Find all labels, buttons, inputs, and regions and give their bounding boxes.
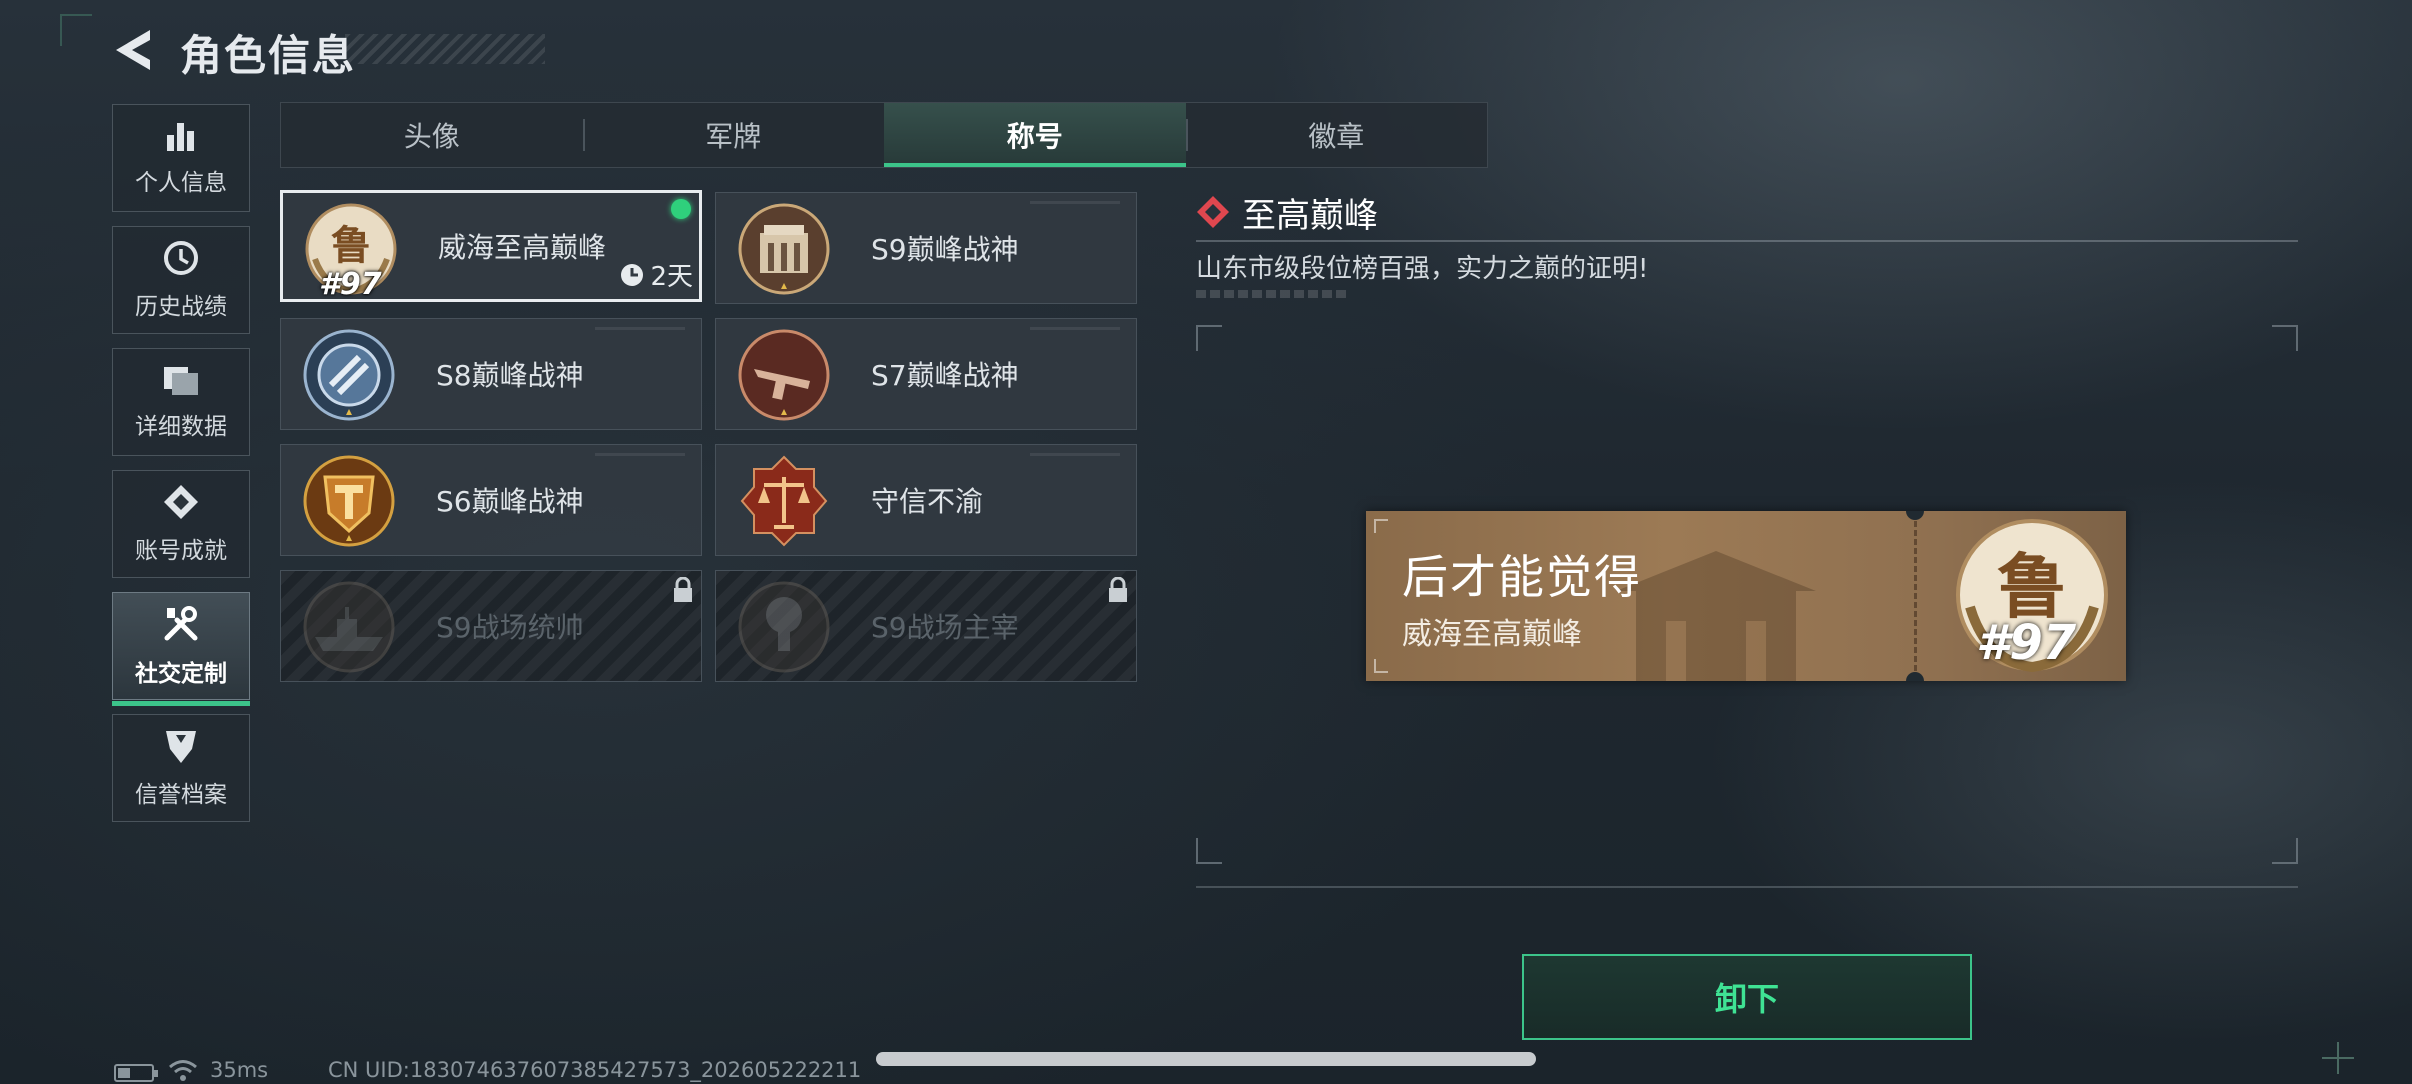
divider: [1196, 240, 2298, 242]
title-name: S9战场统帅: [436, 611, 584, 644]
sidebar-item-personal-info[interactable]: 个人信息: [112, 104, 250, 212]
sidebar-item-label: 个人信息: [135, 170, 227, 196]
page-title: 角色信息: [180, 31, 357, 80]
card-decoration: [1030, 453, 1120, 456]
plate-rank: #97: [1976, 615, 2077, 671]
warship-emblem-icon: [303, 581, 395, 673]
svg-text:鲁: 鲁: [331, 222, 371, 269]
title-name: S8巅峰战神: [436, 359, 584, 392]
frame-corner: [2272, 838, 2298, 864]
title-name: S9巅峰战神: [871, 233, 1019, 266]
plate-corner: [1374, 519, 1388, 533]
title-name: S9战场主宰: [871, 611, 1019, 644]
sidebar-item-credit[interactable]: 信誉档案: [112, 714, 250, 822]
tab-avatar[interactable]: 头像: [281, 103, 583, 167]
plate-sub-text: 威海至高巅峰: [1402, 617, 1582, 652]
sidebar-item-label: 社交定制: [135, 661, 227, 687]
crosshair-icon: [2322, 1042, 2354, 1074]
divider: [1196, 886, 2298, 888]
card-decoration: [1030, 327, 1120, 330]
back-arrow-icon: [116, 30, 150, 70]
sidebar-item-social-custom[interactable]: 社交定制: [112, 592, 250, 706]
credit-shield-icon: [166, 731, 196, 763]
lock-icon: [674, 577, 692, 602]
title-name: 守信不渝: [871, 485, 984, 518]
plate-corner: [1374, 659, 1388, 673]
description-decoration: [1196, 290, 1346, 298]
title-card-weihai[interactable]: 鲁 #97 威海至高巅峰 2天: [280, 190, 702, 302]
title-card-s9-commander[interactable]: S9战场统帅: [280, 570, 702, 682]
title-name: S7巅峰战神: [871, 359, 1019, 392]
card-decoration: [595, 327, 685, 330]
bar-chart-icon: [167, 123, 194, 151]
sidebar-item-label: 信誉档案: [135, 782, 227, 808]
sidebar-item-label: 历史战绩: [135, 294, 227, 320]
title-name: 威海至高巅峰: [438, 231, 607, 264]
timer-text: 2天: [650, 262, 693, 292]
title-card-s7-peak[interactable]: S7巅峰战神: [715, 318, 1137, 430]
lock-icon: [1109, 577, 1127, 602]
plate-notch: [1906, 511, 1924, 520]
tools-icon: [164, 606, 198, 641]
history-clock-icon: [164, 241, 198, 275]
title-card-keep-faith[interactable]: 守信不渝: [715, 444, 1137, 556]
plate-notch: [1906, 672, 1924, 681]
sidebar-item-history[interactable]: 历史战绩: [112, 226, 250, 334]
s9-gate-emblem-icon: [738, 203, 830, 295]
equipped-indicator: [671, 199, 691, 219]
title-card-s9-peak[interactable]: S9巅峰战神: [715, 192, 1137, 304]
card-decoration: [1030, 201, 1120, 204]
title-diamond-icon: [1197, 196, 1229, 228]
wifi-icon: [169, 1060, 197, 1081]
battery-icon: [114, 1064, 158, 1082]
title-decoration: [345, 34, 545, 64]
sidebar-item-detail-data[interactable]: 详细数据: [112, 348, 250, 456]
corner-decoration: [60, 14, 92, 46]
plate-main-text: 后才能觉得: [1402, 550, 1642, 604]
s6-shield-emblem-icon: [303, 455, 395, 547]
title-timer: 2天: [620, 256, 693, 293]
tab-title[interactable]: 称号: [884, 103, 1186, 167]
explosion-emblem-icon: [738, 581, 830, 673]
tab-dogtag[interactable]: 军牌: [582, 103, 885, 167]
title-card-s9-dominator[interactable]: S9战场主宰: [715, 570, 1137, 682]
tab-bar: 头像 军牌 称号 徽章: [280, 102, 1488, 168]
title-plate-preview: 后才能觉得 威海至高巅峰 鲁 #97: [1366, 511, 2126, 681]
title-card-s8-peak[interactable]: S8巅峰战神: [280, 318, 702, 430]
ping-text: 35ms: [210, 1058, 269, 1082]
unequip-button[interactable]: 卸下: [1522, 954, 1972, 1040]
uid-text: CN UID:183074637607385427573_20260522221…: [328, 1058, 862, 1082]
s8-blue-emblem-icon: [303, 329, 395, 421]
card-decoration: [595, 453, 685, 456]
frame-corner: [1196, 325, 1222, 351]
achievement-icon: [164, 485, 198, 519]
clock-icon: [621, 263, 644, 286]
tab-badge[interactable]: 徽章: [1185, 103, 1488, 167]
title-rank: #97: [319, 267, 382, 302]
detail-title: 至高巅峰: [1242, 196, 1378, 236]
detail-description: 山东市级段位榜百强，实力之巅的证明!: [1196, 254, 1649, 284]
sidebar-item-achievement[interactable]: 账号成就: [112, 470, 250, 578]
plate-separator: [1914, 521, 1917, 671]
title-name: S6巅峰战神: [436, 485, 584, 518]
sidebar-item-label: 账号成就: [135, 538, 227, 564]
back-button[interactable]: [112, 26, 160, 74]
s7-weapon-emblem-icon: [738, 329, 830, 421]
title-card-s6-peak[interactable]: S6巅峰战神: [280, 444, 702, 556]
frame-corner: [1196, 838, 1222, 864]
scales-emblem-icon: [740, 455, 828, 547]
sidebar-item-label: 详细数据: [135, 414, 227, 440]
frame-corner: [2272, 325, 2298, 351]
home-indicator[interactable]: [876, 1052, 1536, 1066]
folder-icon: [164, 367, 198, 395]
